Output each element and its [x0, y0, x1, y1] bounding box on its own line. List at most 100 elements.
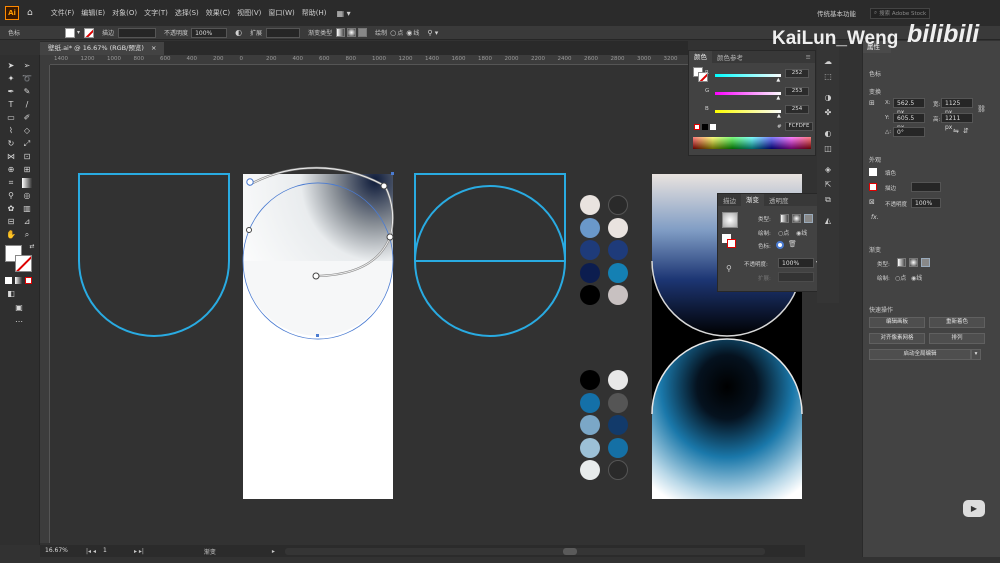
width-field[interactable]: 1125 px: [941, 98, 973, 116]
link-proportions-icon[interactable]: ⛓: [977, 105, 986, 113]
recolor-icon[interactable]: ◐: [235, 28, 242, 37]
radial-type-button[interactable]: [909, 258, 918, 267]
zoom-field[interactable]: 16.67%: [42, 546, 68, 556]
shape-builder-tool-icon[interactable]: ⊕: [6, 165, 16, 175]
start-global-edit-button[interactable]: 启动全局编辑: [869, 349, 971, 360]
x-field[interactable]: 562.5 px: [893, 98, 925, 116]
column-graph-tool-icon[interactable]: ▥: [22, 204, 32, 214]
first-artboard-icon[interactable]: |◂ ◂: [86, 548, 96, 555]
shaper-tool-icon[interactable]: ⌇: [6, 126, 16, 136]
free-transform-tool-icon[interactable]: ⊡: [22, 152, 32, 162]
line-tool-icon[interactable]: /: [22, 100, 32, 110]
freeform-type-button[interactable]: [804, 214, 813, 223]
symbols-icon[interactable]: ✤: [823, 108, 833, 118]
artboards-icon[interactable]: ⧉: [823, 195, 833, 205]
tab-color[interactable]: 颜色: [689, 51, 712, 63]
type-tool-icon[interactable]: T: [6, 100, 16, 110]
menu-view[interactable]: 视图(V): [237, 8, 261, 18]
none-swatch[interactable]: [694, 124, 700, 130]
layers-icon[interactable]: ◈: [823, 165, 833, 175]
workspace-switcher[interactable]: 传统基本功能: [817, 8, 856, 18]
transparency-icon[interactable]: ◭: [823, 216, 833, 226]
artboard-number-field[interactable]: 1: [99, 546, 130, 556]
opacity-field[interactable]: 100%: [911, 198, 941, 208]
panel-menu-icon[interactable]: ≡: [806, 53, 811, 61]
menu-file[interactable]: 文件(F): [51, 8, 75, 18]
stroke-swatch[interactable]: [84, 27, 95, 38]
eyedropper-tool-icon[interactable]: ⚲: [6, 191, 16, 201]
freeform-type-button[interactable]: [921, 258, 930, 267]
fill-swatch[interactable]: [65, 27, 76, 38]
menu-help[interactable]: 帮助(H): [302, 8, 327, 18]
gradient-tool-icon[interactable]: [22, 178, 32, 188]
flip-horizontal-icon[interactable]: ⇋: [953, 127, 959, 135]
horizontal-ruler[interactable]: 1400 1200 1000 800 600 400 200 0 200 400 600 800 100…: [50, 55, 688, 65]
align-pixel-grid-button[interactable]: 对齐像素网格: [869, 333, 925, 344]
red-slider-thumb[interactable]: ▲: [776, 77, 780, 83]
symbol-sprayer-tool-icon[interactable]: ✿: [6, 204, 16, 214]
recolor-button[interactable]: 重新着色: [929, 317, 985, 328]
stroke-weight-field[interactable]: [911, 182, 941, 192]
lasso-tool-icon[interactable]: ➰: [22, 74, 32, 84]
magic-wand-tool-icon[interactable]: ✦: [6, 74, 16, 84]
linear-type-button[interactable]: [897, 258, 906, 267]
zoom-tool-icon[interactable]: ⌕: [22, 230, 32, 240]
vertical-ruler[interactable]: [40, 65, 50, 543]
linear-type-button[interactable]: [780, 214, 789, 223]
curvature-tool-icon[interactable]: ✎: [22, 87, 32, 97]
global-edit-dropdown[interactable]: ▾: [971, 349, 981, 360]
stroke-color-box[interactable]: [869, 183, 877, 191]
eraser-tool-icon[interactable]: ◇: [22, 126, 32, 136]
point-radio[interactable]: ○点: [895, 273, 906, 282]
pen-tool-icon[interactable]: ✒: [6, 87, 16, 97]
stroke-color-box[interactable]: [15, 255, 32, 272]
blue-value[interactable]: 254: [785, 105, 809, 114]
gradient-preview-swatch[interactable]: [722, 212, 738, 228]
menu-select[interactable]: 选择(S): [175, 8, 199, 18]
line-radio[interactable]: ◉线: [796, 228, 807, 237]
close-icon[interactable]: ×: [151, 44, 156, 52]
artboard-tool-icon[interactable]: ⊟: [6, 217, 16, 227]
fx-button[interactable]: fx.: [871, 214, 879, 221]
tab-color-guide[interactable]: 颜色参考: [712, 52, 748, 62]
red-slider[interactable]: R ▲ 252: [693, 68, 809, 83]
green-slider[interactable]: G ▲ 253: [693, 86, 809, 101]
more-tools-icon[interactable]: ⋯: [14, 317, 24, 327]
slice-tool-icon[interactable]: ⊿: [22, 217, 32, 227]
linear-gradient-icon[interactable]: [336, 28, 346, 37]
green-slider-thumb[interactable]: ▲: [776, 95, 780, 101]
blue-slider-thumb[interactable]: ▲: [777, 113, 781, 119]
perspective-grid-tool-icon[interactable]: ⊞: [22, 165, 32, 175]
arrange-icon[interactable]: ▦ ▾: [337, 9, 351, 18]
properties-icon[interactable]: ⬚: [823, 72, 833, 82]
blend-tool-icon[interactable]: ◎: [22, 191, 32, 201]
none-mode-button[interactable]: [25, 277, 32, 284]
edit-artboard-button[interactable]: 编辑画板: [869, 317, 925, 328]
stop-color-circle[interactable]: [776, 241, 784, 249]
selection-tool-icon[interactable]: ➤: [6, 61, 16, 71]
line-radio[interactable]: ◉: [406, 29, 412, 37]
status-menu-icon[interactable]: ▸: [272, 548, 275, 555]
chevron-down-icon[interactable]: ▾: [77, 29, 80, 36]
hand-tool-icon[interactable]: ✋: [6, 230, 16, 240]
line-radio[interactable]: ◉线: [911, 273, 922, 282]
radial-type-button[interactable]: [792, 214, 801, 223]
search-stock-field[interactable]: ⌕ 搜索 Adobe Stock: [870, 7, 930, 19]
swatches-icon[interactable]: ◑: [823, 93, 833, 103]
gradient-stroke-box[interactable]: [727, 239, 736, 248]
tab-gradient[interactable]: 渐变: [741, 194, 764, 206]
y-field[interactable]: 605.5 px: [893, 113, 925, 131]
document-tab[interactable]: 壁纸.ai* @ 16.67% (RGB/预览) ×: [40, 42, 165, 55]
menu-edit[interactable]: 编辑(E): [81, 8, 105, 18]
rotate-tool-icon[interactable]: ↻: [6, 139, 16, 149]
horizontal-scrollbar[interactable]: [284, 547, 765, 555]
direct-selection-tool-icon[interactable]: ➢: [22, 61, 32, 71]
home-icon[interactable]: ⌂: [27, 8, 33, 18]
mesh-tool-icon[interactable]: ⌗: [6, 178, 16, 188]
next-artboard-icon[interactable]: ▸ ▸|: [134, 548, 144, 555]
arrange-button[interactable]: 排列: [929, 333, 985, 344]
screen-mode-icon[interactable]: ▣: [14, 303, 24, 313]
export-icon[interactable]: ⇱: [823, 180, 833, 190]
green-value[interactable]: 253: [785, 87, 809, 96]
menu-window[interactable]: 窗口(W): [268, 8, 294, 18]
